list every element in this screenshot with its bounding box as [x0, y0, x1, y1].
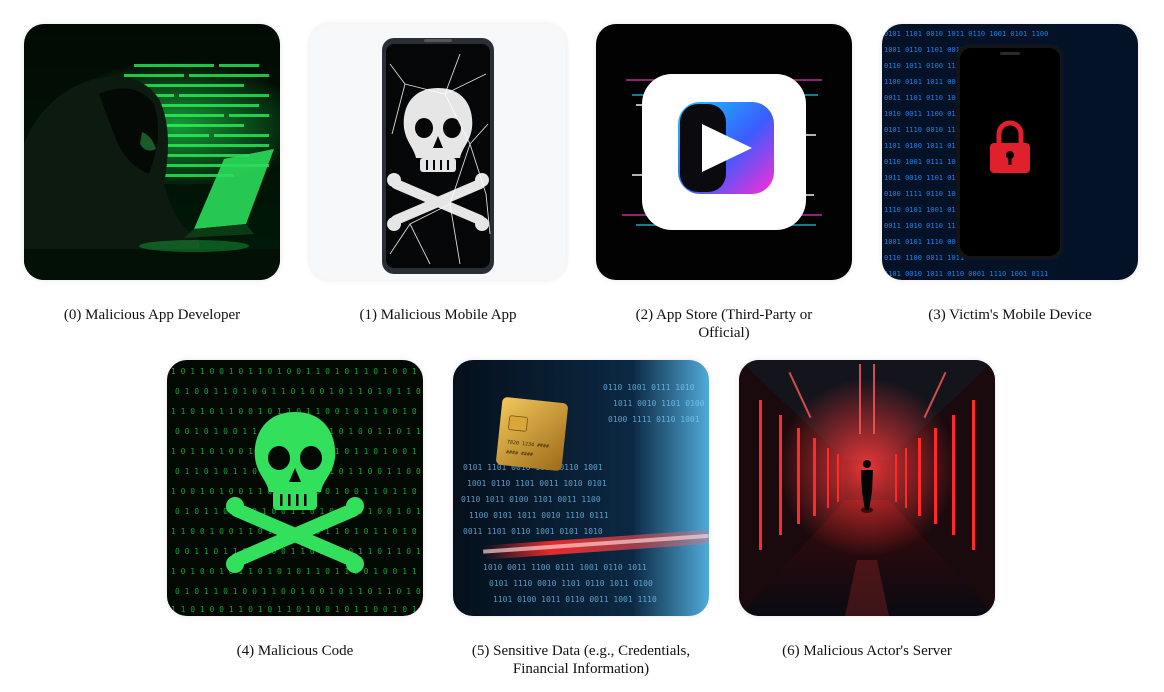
card-sensitive-data: 0101 1101 0010 1011 0110 1001 1001 0110 … [453, 360, 709, 678]
svg-text:0 1 0 1 1 0 1 0 0 1 1 0 0 1 0: 0 1 0 1 1 0 1 0 0 1 1 0 0 1 0 0 1 0 1 1 … [175, 587, 421, 596]
caption: (2) App Store (Third-Party or Official) [635, 307, 813, 341]
svg-text:0110 1011 0100 1101 0011 1100: 0110 1011 0100 1101 0011 1100 [461, 495, 601, 504]
svg-text:1001 0110 1101 0011 1010 0101: 1001 0110 1101 0011 1010 0101 [467, 479, 607, 488]
caption: (6) Malicious Actor's Server [782, 643, 952, 659]
caption: (5) Sensitive Data (e.g., Credentials, F… [471, 643, 691, 677]
card-malicious-app-developer: (0) Malicious App Developer [24, 24, 280, 342]
svg-text:1101 0010 1011 0110 0001 1110: 1101 0010 1011 0110 0001 1110 1001 0111 [884, 270, 1048, 278]
locked-phone-icon: 0101 1101 0010 1011 0110 1001 0101 1100 … [882, 24, 1138, 280]
gallery-row-top: (0) Malicious App Developer (1) Maliciou… [24, 24, 1138, 342]
card-malicious-mobile-app: (1) Malicious Mobile App [310, 24, 566, 342]
svg-text:1 0 1 0 0 1 0 1 1 0 1 0 1 0 1: 1 0 1 0 0 1 0 1 1 0 1 0 1 0 1 1 0 1 1 0 … [171, 567, 417, 576]
svg-text:0110 1001 0111 1010: 0110 1001 0111 1010 [603, 383, 695, 392]
card-malicious-code: 1 0 1 1 0 0 1 0 1 1 0 1 0 0 1 1 0 1 0 1 … [167, 360, 423, 678]
card-app-store: (2) App Store (Third-Party or Official) [596, 24, 852, 342]
cracked-phone-skull-icon [310, 24, 566, 280]
caption: (1) Malicious Mobile App [359, 307, 517, 323]
svg-text:0 1 0 0 1 1 0 1 0 0 1 1 0 1 0: 0 1 0 0 1 1 0 1 0 0 1 1 0 1 0 0 1 0 1 1 … [175, 387, 421, 396]
hooded-hacker-icon [24, 24, 280, 280]
svg-text:1011 0010 1101 0100: 1011 0010 1101 0100 [613, 399, 705, 408]
svg-text:1 0 1 1 0 0 1 0 1 1 0 1 0 0 1: 1 0 1 1 0 0 1 0 1 1 0 1 0 0 1 1 0 1 0 1 … [171, 367, 417, 376]
card-victims-mobile-device: 0101 1101 0010 1011 0110 1001 0101 1100 … [882, 24, 1138, 342]
gallery-row-bottom: 1 0 1 1 0 0 1 0 1 1 0 1 0 0 1 1 0 1 0 1 … [167, 360, 995, 678]
card-malicious-actors-server: (6) Malicious Actor's Server [739, 360, 995, 678]
credit-card-data-icon: 0101 1101 0010 1011 0110 1001 1001 0110 … [453, 360, 709, 616]
svg-text:0011 1101 0110 1001 0101 1010: 0011 1101 0110 1001 0101 1010 [463, 527, 603, 536]
caption: (0) Malicious App Developer [63, 307, 241, 323]
svg-text:0101 1110 0010 1101 0110 1011: 0101 1110 0010 1101 0110 1011 0100 [489, 579, 653, 588]
svg-text:1100 0101 1011 0010 1110 0111: 1100 0101 1011 0010 1110 0111 [469, 511, 609, 520]
svg-text:0101 1101 0010 1011 0110 1001: 0101 1101 0010 1011 0110 1001 0101 1100 [884, 30, 1048, 38]
svg-text:1 1 0 1 0 0 1 1 0 1 0 1 1 0 1: 1 1 0 1 0 0 1 1 0 1 0 1 1 0 1 0 0 1 0 1 … [171, 605, 417, 614]
app-store-play-icon [596, 24, 852, 280]
svg-text:0 0 1 1 0 1 1 0 0 1 0 0 1 1 0: 0 0 1 1 0 1 1 0 0 1 0 0 1 1 0 1 1 0 0 1 … [175, 547, 421, 556]
svg-text:0100 1111 0110 1001: 0100 1111 0110 1001 [608, 415, 700, 424]
server-corridor-icon [739, 360, 995, 616]
svg-text:1010 0011 1100 0111 1001 0110: 1010 0011 1100 0111 1001 0110 1011 [483, 563, 647, 572]
binary-skull-icon: 1 0 1 1 0 0 1 0 1 1 0 1 0 0 1 1 0 1 0 1 … [167, 360, 423, 616]
caption: (4) Malicious Code [236, 643, 354, 659]
caption: (3) Victim's Mobile Device [928, 307, 1092, 323]
svg-text:1101 0100 1011 0110 0011 1001: 1101 0100 1011 0110 0011 1001 1110 [493, 595, 657, 604]
